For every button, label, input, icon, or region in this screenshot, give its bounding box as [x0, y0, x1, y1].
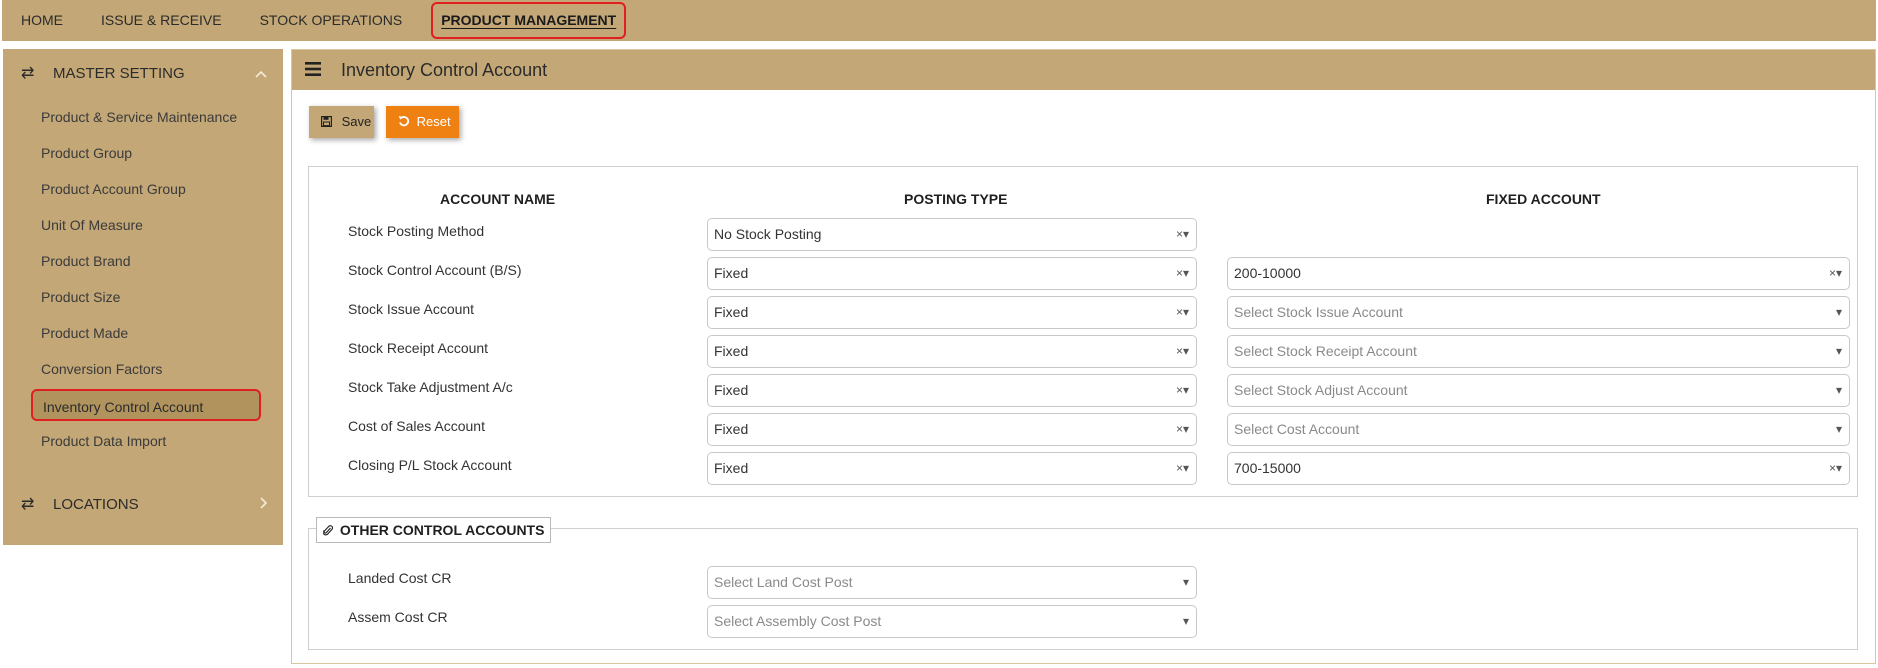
assembly-cost-select[interactable]: Select Assembly Cost Post ▾	[707, 605, 1197, 638]
nav-product-management[interactable]: PRODUCT MANAGEMENT	[431, 2, 627, 39]
clear-dropdown-icon[interactable]: ×▾	[1176, 258, 1189, 289]
top-nav: HOME ISSUE & RECEIVE STOCK OPERATIONS PR…	[2, 0, 1876, 41]
save-label: Save	[341, 114, 372, 129]
fixed-account-select[interactable]: Select Stock Receipt Account ▾	[1227, 335, 1850, 368]
clear-dropdown-icon[interactable]: ×▾	[1176, 336, 1189, 367]
select-placeholder: Select Assembly Cost Post	[714, 613, 882, 629]
posting-type-select[interactable]: No Stock Posting ×▾	[707, 218, 1197, 251]
paperclip-icon	[322, 522, 340, 538]
nav-issue-receive[interactable]: ISSUE & RECEIVE	[82, 0, 241, 41]
sidebar-section-locations[interactable]: ⇄ LOCATIONS	[3, 481, 283, 527]
select-placeholder: Select Cost Account	[1234, 421, 1360, 437]
clear-dropdown-icon[interactable]: ×▾	[1829, 258, 1842, 289]
sidebar-item-inventory-control-account[interactable]: Inventory Control Account	[31, 389, 261, 421]
chevron-up-icon	[255, 65, 267, 81]
nav-home[interactable]: HOME	[2, 0, 82, 41]
reset-label: Reset	[416, 114, 451, 129]
row-label-stock-control-account: Stock Control Account (B/S)	[348, 262, 522, 278]
account-settings-box	[308, 166, 1858, 497]
column-header-account-name: ACCOUNT NAME	[440, 191, 556, 207]
sidebar-item-product-data-import[interactable]: Product Data Import	[41, 433, 166, 449]
dropdown-caret-icon[interactable]: ▾	[1183, 567, 1189, 598]
save-button[interactable]: Save	[309, 106, 374, 138]
column-header-posting-type: POSTING TYPE	[904, 191, 1008, 207]
other-control-accounts-legend: OTHER CONTROL ACCOUNTS	[316, 517, 552, 543]
dropdown-caret-icon[interactable]: ▾	[1836, 414, 1842, 445]
clear-dropdown-icon[interactable]: ×▾	[1176, 414, 1189, 445]
posting-type-select[interactable]: Fixed ×▾	[707, 296, 1197, 329]
sidebar-section-label: LOCATIONS	[53, 495, 139, 513]
clear-dropdown-icon[interactable]: ×▾	[1829, 453, 1842, 484]
sidebar-item-conversion-factors[interactable]: Conversion Factors	[41, 361, 162, 377]
fixed-account-select[interactable]: Select Stock Issue Account ▾	[1227, 296, 1850, 329]
select-placeholder: Select Land Cost Post	[714, 574, 853, 590]
reset-button[interactable]: Reset	[386, 106, 459, 138]
nav-stock-operations[interactable]: STOCK OPERATIONS	[241, 0, 422, 41]
select-value: Fixed	[714, 460, 749, 476]
select-value: 700-15000	[1234, 460, 1301, 476]
sidebar-item-product-made[interactable]: Product Made	[41, 325, 128, 341]
landed-cost-select[interactable]: Select Land Cost Post ▾	[707, 566, 1197, 599]
select-value: Fixed	[714, 265, 749, 281]
fixed-account-select[interactable]: Select Stock Adjust Account ▾	[1227, 374, 1850, 407]
select-value: 200-10000	[1234, 265, 1301, 281]
select-placeholder: Select Stock Receipt Account	[1234, 343, 1417, 359]
row-label-closing-pl-stock-account: Closing P/L Stock Account	[348, 457, 512, 473]
clear-dropdown-icon[interactable]: ×▾	[1176, 219, 1189, 250]
clear-dropdown-icon[interactable]: ×▾	[1176, 453, 1189, 484]
row-label-stock-posting-method: Stock Posting Method	[348, 223, 485, 239]
clear-dropdown-icon[interactable]: ×▾	[1176, 297, 1189, 328]
sidebar-item-product-account-group[interactable]: Product Account Group	[41, 181, 186, 197]
legend-label: OTHER CONTROL ACCOUNTS	[339, 522, 545, 538]
page-title: Inventory Control Account	[341, 59, 548, 80]
panel-header: Inventory Control Account	[292, 50, 1875, 90]
sidebar-item-product-group[interactable]: Product Group	[41, 145, 132, 161]
row-label-stock-receipt-account: Stock Receipt Account	[348, 340, 489, 356]
select-value: Fixed	[714, 421, 749, 437]
select-value: Fixed	[714, 382, 749, 398]
posting-type-select[interactable]: Fixed ×▾	[707, 413, 1197, 446]
row-label-landed-cost-cr: Landed Cost CR	[348, 570, 452, 586]
select-placeholder: Select Stock Issue Account	[1234, 304, 1403, 320]
floppy-disk-icon	[321, 114, 342, 129]
dropdown-caret-icon[interactable]: ▾	[1183, 606, 1189, 637]
transfer-arrows-icon: ⇄	[21, 496, 35, 513]
hamburger-menu-icon[interactable]	[305, 60, 327, 81]
posting-type-select[interactable]: Fixed ×▾	[707, 452, 1197, 485]
undo-icon	[398, 114, 417, 129]
posting-type-select[interactable]: Fixed ×▾	[707, 257, 1197, 290]
sidebar-item-product-size[interactable]: Product Size	[41, 289, 120, 305]
clear-dropdown-icon[interactable]: ×▾	[1176, 375, 1189, 406]
chevron-right-icon	[259, 496, 268, 512]
dropdown-caret-icon[interactable]: ▾	[1836, 336, 1842, 367]
dropdown-caret-icon[interactable]: ▾	[1836, 297, 1842, 328]
sidebar-item-unit-of-measure[interactable]: Unit Of Measure	[41, 217, 143, 233]
sidebar-item-product-service-maintenance[interactable]: Product & Service Maintenance	[41, 109, 237, 125]
sidebar: ⇄ MASTER SETTING Product & Service Maint…	[3, 49, 283, 545]
posting-type-select[interactable]: Fixed ×▾	[707, 374, 1197, 407]
row-label-cost-of-sales-account: Cost of Sales Account	[348, 418, 485, 434]
dropdown-caret-icon[interactable]: ▾	[1836, 375, 1842, 406]
row-label-stock-issue-account: Stock Issue Account	[348, 301, 475, 317]
row-label-stock-take-adjustment: Stock Take Adjustment A/c	[348, 379, 513, 395]
select-value: No Stock Posting	[714, 226, 822, 242]
fixed-account-select[interactable]: 700-15000 ×▾	[1227, 452, 1850, 485]
select-placeholder: Select Stock Adjust Account	[1234, 382, 1408, 398]
select-value: Fixed	[714, 304, 749, 320]
posting-type-select[interactable]: Fixed ×▾	[707, 335, 1197, 368]
fixed-account-select[interactable]: 200-10000 ×▾	[1227, 257, 1850, 290]
sidebar-section-master-setting[interactable]: ⇄ MASTER SETTING	[3, 50, 283, 96]
sidebar-section-label: MASTER SETTING	[53, 64, 185, 82]
main-panel: Inventory Control Account Save Reset ACC…	[291, 49, 1876, 664]
row-label-assem-cost-cr: Assem Cost CR	[348, 609, 448, 625]
column-header-fixed-account: FIXED ACCOUNT	[1486, 191, 1601, 207]
fixed-account-select[interactable]: Select Cost Account ▾	[1227, 413, 1850, 446]
transfer-arrows-icon: ⇄	[21, 65, 35, 82]
select-value: Fixed	[714, 343, 749, 359]
sidebar-item-product-brand[interactable]: Product Brand	[41, 253, 131, 269]
